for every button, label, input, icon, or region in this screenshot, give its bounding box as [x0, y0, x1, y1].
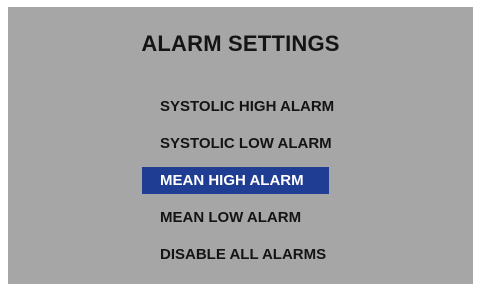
alarm-settings-screen: ALARM SETTINGS SYSTOLIC HIGH ALARM SYSTO… [8, 7, 473, 284]
menu-item-disable-all-alarms[interactable]: DISABLE ALL ALARMS [142, 241, 362, 268]
menu-item-systolic-high-alarm[interactable]: SYSTOLIC HIGH ALARM [142, 93, 362, 120]
menu-item-mean-low-alarm[interactable]: MEAN LOW ALARM [142, 204, 362, 231]
alarm-settings-menu: SYSTOLIC HIGH ALARM SYSTOLIC LOW ALARM M… [142, 93, 362, 278]
menu-item-systolic-low-alarm[interactable]: SYSTOLIC LOW ALARM [142, 130, 362, 157]
menu-item-mean-high-alarm[interactable]: MEAN HIGH ALARM [142, 167, 329, 194]
screen-title: ALARM SETTINGS [141, 31, 340, 56]
